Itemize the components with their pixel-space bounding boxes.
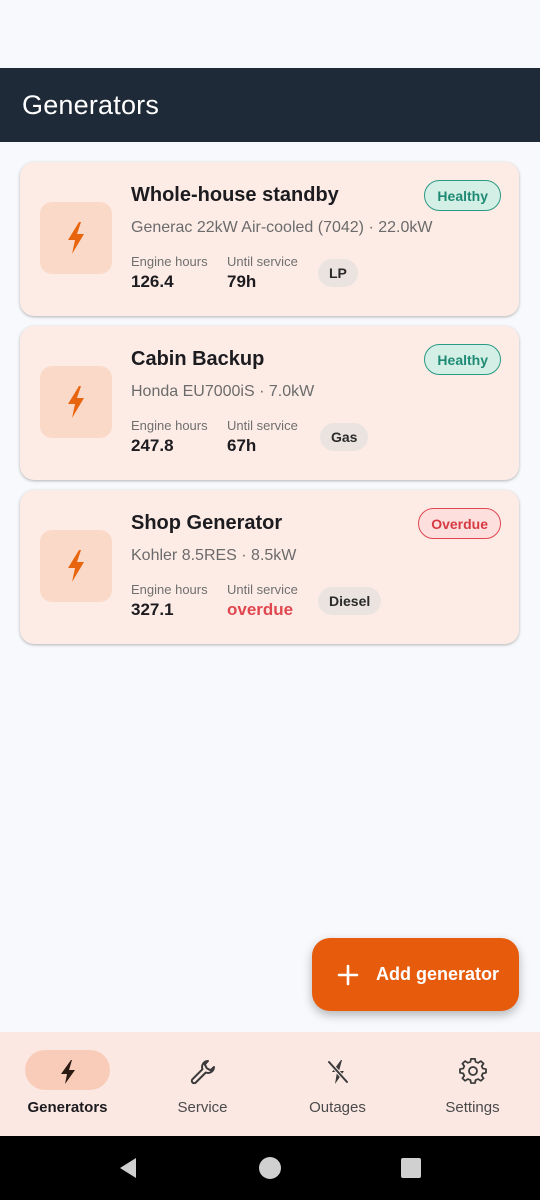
until-service-label: Until service xyxy=(227,254,298,269)
engine-hours-metric: Engine hours 247.8 xyxy=(131,418,208,456)
generator-model: Honda EU7000iS · 7.0kW xyxy=(131,383,315,400)
status-badge: Healthy xyxy=(424,344,501,375)
nav-item-service[interactable]: Service xyxy=(135,1032,270,1136)
add-generator-label: Add generator xyxy=(376,964,500,984)
generator-list: Whole-house standby Healthy Generac 22kW… xyxy=(20,162,519,654)
bolt-icon xyxy=(68,222,84,254)
until-service-metric: Until service 79h xyxy=(227,254,298,292)
generator-icon-box xyxy=(40,366,112,438)
until-service-value: 79h xyxy=(227,272,257,291)
nav-label: Generators xyxy=(27,1099,108,1116)
engine-hours-label: Engine hours xyxy=(131,582,208,597)
engine-hours-value: 247.8 xyxy=(131,436,174,455)
until-service-label: Until service xyxy=(227,418,298,433)
recents-icon[interactable] xyxy=(400,1157,422,1179)
generator-model: Kohler 8.5RES · 8.5kW xyxy=(131,547,297,564)
generator-card[interactable]: Whole-house standby Healthy Generac 22kW… xyxy=(20,162,519,316)
generator-icon-box xyxy=(40,202,112,274)
generator-icon-box xyxy=(40,530,112,602)
flash-off-icon xyxy=(326,1060,349,1084)
generator-name: Shop Generator xyxy=(131,512,283,534)
engine-hours-metric: Engine hours 327.1 xyxy=(131,582,208,620)
gear-icon xyxy=(458,1058,487,1084)
nav-label: Settings xyxy=(445,1099,500,1116)
fuel-badge: Diesel xyxy=(318,587,382,615)
bolt-icon xyxy=(60,1060,75,1084)
fuel-badge: Gas xyxy=(320,423,369,451)
add-generator-button[interactable]: Add generator xyxy=(312,938,519,1011)
fuel-badge: LP xyxy=(318,259,358,287)
nav-item-settings[interactable]: Settings xyxy=(405,1032,540,1136)
generator-card[interactable]: Shop Generator Overdue Kohler 8.5RES · 8… xyxy=(20,490,519,644)
page-title: Generators xyxy=(22,89,160,120)
engine-hours-value: 126.4 xyxy=(131,272,174,291)
until-service-value: overdue xyxy=(227,600,294,619)
app-bar: Generators xyxy=(0,68,540,142)
until-service-label: Until service xyxy=(227,582,298,597)
status-badge: Healthy xyxy=(424,180,501,211)
generator-name: Whole-house standby xyxy=(131,184,339,206)
status-badge: Overdue xyxy=(418,508,501,539)
home-icon[interactable] xyxy=(258,1156,282,1180)
back-icon[interactable] xyxy=(116,1156,140,1180)
bottom-navigation: Generators Service Outages Settings xyxy=(0,1032,540,1136)
engine-hours-metric: Engine hours 126.4 xyxy=(131,254,208,292)
plus-icon xyxy=(337,964,359,985)
until-service-metric: Until service 67h xyxy=(227,418,298,456)
nav-label: Service xyxy=(177,1099,228,1116)
until-service-value: 67h xyxy=(227,436,257,455)
engine-hours-label: Engine hours xyxy=(131,254,208,269)
generator-name: Cabin Backup xyxy=(131,348,265,370)
bolt-icon xyxy=(68,386,84,418)
nav-item-generators[interactable]: Generators xyxy=(0,1032,135,1136)
system-navigation-bar xyxy=(0,1136,540,1200)
until-service-metric: Until service overdue xyxy=(227,582,298,620)
status-bar xyxy=(0,0,540,68)
engine-hours-label: Engine hours xyxy=(131,418,208,433)
bolt-icon xyxy=(68,550,84,582)
generator-model: Generac 22kW Air-cooled (7042) · 22.0kW xyxy=(131,219,433,236)
engine-hours-value: 327.1 xyxy=(131,600,174,619)
nav-item-outages[interactable]: Outages xyxy=(270,1032,405,1136)
wrench-icon xyxy=(190,1060,215,1085)
generator-card[interactable]: Cabin Backup Healthy Honda EU7000iS · 7.… xyxy=(20,326,519,480)
nav-label: Outages xyxy=(309,1099,366,1116)
